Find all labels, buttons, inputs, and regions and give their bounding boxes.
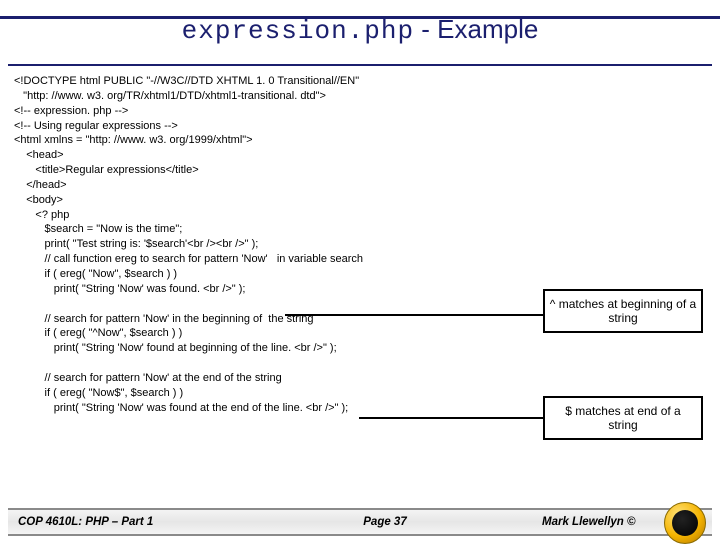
callout-connector-1 xyxy=(285,314,545,316)
title-monospace: expression.php xyxy=(182,16,414,46)
ucf-logo-inner xyxy=(672,510,698,536)
callout-caret: ^ matches at beginning of a string xyxy=(543,289,703,333)
callout-dollar: $ matches at end of a string xyxy=(543,396,703,440)
ucf-logo xyxy=(664,502,706,544)
footer-bar: COP 4610L: PHP – Part 1 Page 37 Mark Lle… xyxy=(8,508,712,536)
footer-course: COP 4610L: PHP – Part 1 xyxy=(8,516,228,528)
callout-connector-2 xyxy=(359,417,545,419)
footer-page: Page 37 xyxy=(228,516,542,528)
title-underline xyxy=(8,64,712,66)
top-rule xyxy=(0,16,720,19)
code-block: <!DOCTYPE html PUBLIC "-//W3C//DTD XHTML… xyxy=(14,74,363,415)
